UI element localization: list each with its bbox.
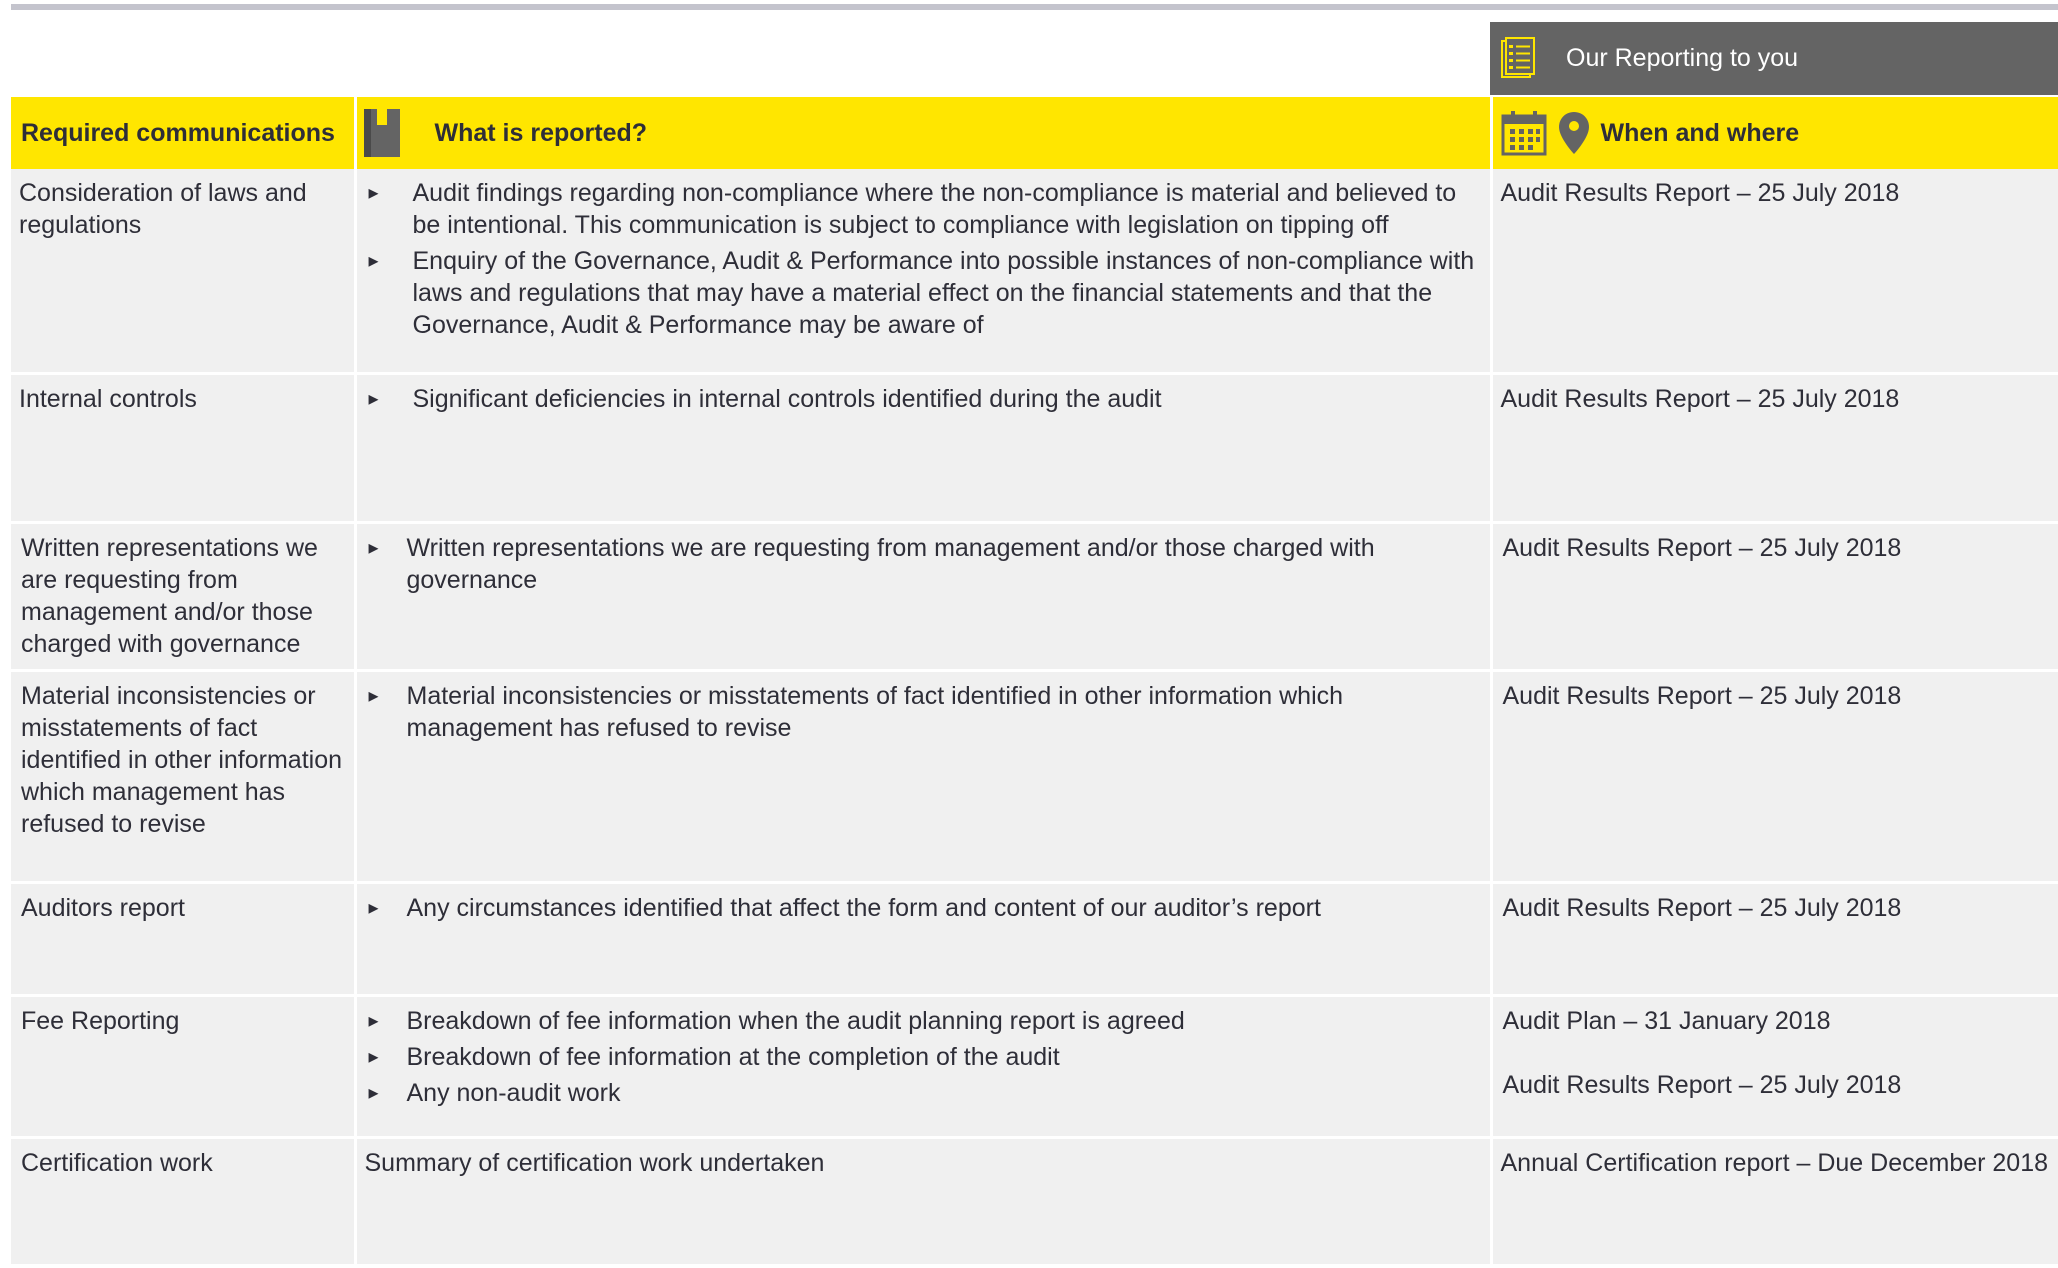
when-cell: Annual Certification report – Due Decemb… xyxy=(1491,1137,2058,1267)
when-cell: Audit Results Report – 25 July 2018 xyxy=(1491,373,2058,524)
when-cell: Audit Results Report – 25 July 2018 xyxy=(1491,670,2058,884)
location-pin-icon xyxy=(1558,112,1589,154)
what-list: Significant deficiencies in internal con… xyxy=(367,383,1482,415)
table-row: Material inconsistencies or misstatement… xyxy=(11,670,2058,884)
when-item: Audit Results Report – 25 July 2018 xyxy=(1502,893,1902,922)
required-cell: Written representations we are requestin… xyxy=(11,522,357,672)
what-cell: Summary of certification work undertaken xyxy=(355,1137,1493,1267)
required-cell: Auditors report xyxy=(11,882,357,997)
what-list: Breakdown of fee information when the au… xyxy=(367,1005,1482,1109)
when-item: Audit Results Report – 25 July 2018 xyxy=(1502,1070,1902,1099)
when-item: Annual Certification report – Due Decemb… xyxy=(1500,1148,2049,1177)
col-header-required: Required communications xyxy=(11,97,357,169)
when-cell: Audit Results Report – 25 July 2018 xyxy=(1491,882,2058,997)
our-reporting-header: Our Reporting to you xyxy=(1490,22,2058,95)
what-cell: Breakdown of fee information when the au… xyxy=(355,995,1493,1139)
required-cell: Internal controls xyxy=(11,373,357,524)
top-divider xyxy=(11,4,2058,10)
what-list: Audit findings regarding non-compliance … xyxy=(367,177,1482,341)
when-item: Audit Results Report – 25 July 2018 xyxy=(1500,179,1900,207)
required-cell: Consideration of laws and regulations xyxy=(11,169,357,375)
what-cell: Audit findings regarding non-compliance … xyxy=(355,169,1493,375)
what-list: Any circumstances identified that affect… xyxy=(367,892,1482,924)
required-communications-table: Required communications What is reported… xyxy=(11,97,2058,1267)
list-item: Breakdown of fee information at the comp… xyxy=(367,1041,1482,1073)
required-cell: Material inconsistencies or misstatement… xyxy=(11,670,357,884)
table-row: Certification work Summary of certificat… xyxy=(11,1137,2058,1267)
when-cell: Audit Results Report – 25 July 2018 xyxy=(1491,522,2058,672)
required-cell: Certification work xyxy=(11,1137,357,1267)
table-row: Internal controls Significant deficienci… xyxy=(11,373,2058,524)
when-item: Audit Results Report – 25 July 2018 xyxy=(1502,533,1902,562)
list-item: Audit findings regarding non-compliance … xyxy=(367,177,1482,241)
when-item: Audit Plan – 31 January 2018 xyxy=(1502,1006,1831,1035)
required-cell: Fee Reporting xyxy=(11,995,357,1139)
list-item: Material inconsistencies or misstatement… xyxy=(367,680,1482,744)
when-cell: Audit Plan – 31 January 2018 Audit Resul… xyxy=(1491,995,2058,1139)
list-item: Any circumstances identified that affect… xyxy=(367,892,1482,924)
list-item: Enquiry of the Governance, Audit & Perfo… xyxy=(367,245,1482,341)
table-header-row: Required communications What is reported… xyxy=(11,97,2058,169)
what-list: Material inconsistencies or misstatement… xyxy=(367,680,1482,744)
calendar-icon xyxy=(1501,111,1546,156)
what-cell: Any circumstances identified that affect… xyxy=(355,882,1493,997)
what-cell: Material inconsistencies or misstatement… xyxy=(355,670,1493,884)
list-item: Any non-audit work xyxy=(367,1077,1482,1109)
what-list: Written representations we are requestin… xyxy=(367,532,1482,596)
notebook-icon xyxy=(363,109,400,157)
our-reporting-title: Our Reporting to you xyxy=(1566,44,1799,72)
table-row: Fee Reporting Breakdown of fee informati… xyxy=(11,995,2058,1139)
col-header-what: What is reported? xyxy=(355,97,1493,169)
when-cell: Audit Results Report – 25 July 2018 xyxy=(1491,169,2058,375)
when-item: Audit Results Report – 25 July 2018 xyxy=(1500,384,1900,413)
what-cell: Significant deficiencies in internal con… xyxy=(355,373,1493,524)
what-cell: Written representations we are requestin… xyxy=(355,522,1493,672)
table-row: Auditors report Any circumstances identi… xyxy=(11,882,2058,997)
report-checklist-icon xyxy=(1501,36,1535,78)
table-row: Consideration of laws and regulations Au… xyxy=(11,169,2058,375)
table-row: Written representations we are requestin… xyxy=(11,522,2058,672)
col-header-when: When and where xyxy=(1491,97,2058,169)
list-item: Written representations we are requestin… xyxy=(367,532,1482,596)
list-item: Significant deficiencies in internal con… xyxy=(367,383,1482,415)
list-item: Breakdown of fee information when the au… xyxy=(367,1005,1482,1037)
when-item: Audit Results Report – 25 July 2018 xyxy=(1502,681,1902,710)
